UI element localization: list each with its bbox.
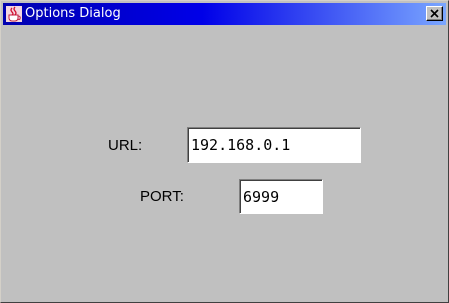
window-title: Options Dialog bbox=[25, 6, 121, 21]
title-bar[interactable]: Options Dialog bbox=[3, 3, 446, 25]
java-cup-icon bbox=[6, 6, 22, 22]
url-input[interactable] bbox=[187, 127, 361, 163]
url-label: URL: bbox=[108, 137, 143, 154]
close-icon bbox=[430, 9, 439, 18]
close-button[interactable] bbox=[426, 6, 443, 21]
port-label: PORT: bbox=[140, 188, 184, 205]
port-input[interactable] bbox=[239, 179, 323, 214]
options-dialog-window: Options Dialog URL: PORT: bbox=[0, 0, 449, 303]
